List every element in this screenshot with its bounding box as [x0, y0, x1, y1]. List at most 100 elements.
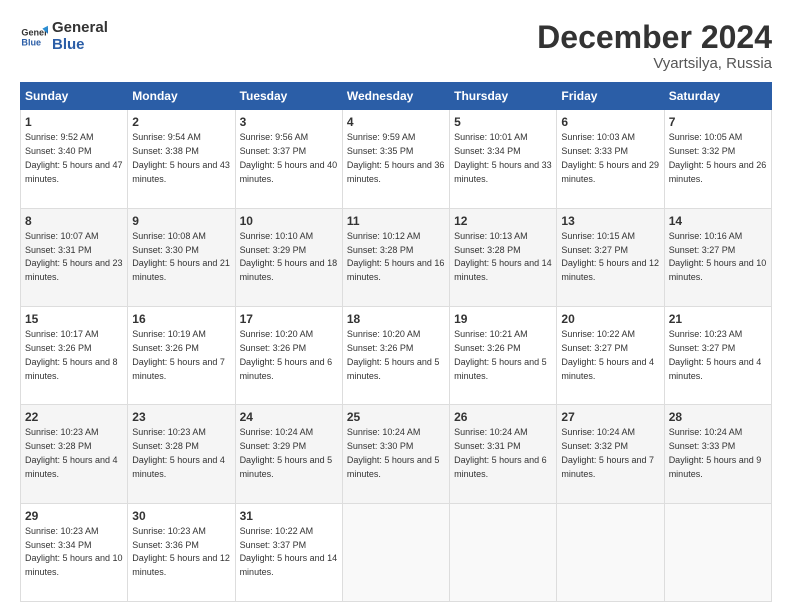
day-number: 1	[25, 114, 123, 130]
col-header-monday: Monday	[128, 83, 235, 110]
calendar-cell: 21 Sunrise: 10:23 AMSunset: 3:27 PMDaylig…	[664, 306, 771, 404]
day-info: Sunrise: 10:23 AMSunset: 3:27 PMDaylight…	[669, 329, 762, 380]
calendar-cell: 18 Sunrise: 10:20 AMSunset: 3:26 PMDaylig…	[342, 306, 449, 404]
calendar-cell: 31Sunrise: 10:22 AMSunset: 3:37 PMDaylig…	[235, 503, 342, 601]
day-info: Sunrise: 10:19 AMSunset: 3:26 PMDaylight…	[132, 329, 225, 380]
calendar-cell: 2 Sunrise: 9:54 AMSunset: 3:38 PMDaylight…	[128, 110, 235, 208]
day-number: 15	[25, 311, 123, 327]
calendar-cell: 17 Sunrise: 10:20 AMSunset: 3:26 PMDaylig…	[235, 306, 342, 404]
title-block: December 2024 Vyartsilya, Russia	[537, 20, 772, 72]
day-number: 19	[454, 311, 552, 327]
day-number: 13	[561, 213, 659, 229]
day-info: Sunrise: 10:10 AMSunset: 3:29 PMDaylight…	[240, 231, 338, 282]
day-info: Sunrise: 10:01 AMSunset: 3:34 PMDaylight…	[454, 132, 552, 183]
calendar-cell	[557, 503, 664, 601]
day-info: Sunrise: 10:07 AMSunset: 3:31 PMDaylight…	[25, 231, 123, 282]
calendar-cell: 6Sunrise: 10:03 AMSunset: 3:33 PMDayligh…	[557, 110, 664, 208]
day-info: Sunrise: 10:16 AMSunset: 3:27 PMDaylight…	[669, 231, 767, 282]
calendar-cell: 26 Sunrise: 10:24 AMSunset: 3:31 PMDaylig…	[450, 405, 557, 503]
calendar-cell: 1 Sunrise: 9:52 AMSunset: 3:40 PMDaylight…	[21, 110, 128, 208]
day-number: 29	[25, 508, 123, 524]
day-info: Sunrise: 10:03 AMSunset: 3:33 PMDaylight…	[561, 132, 659, 183]
calendar-cell: 8 Sunrise: 10:07 AMSunset: 3:31 PMDayligh…	[21, 208, 128, 306]
calendar-cell: 3 Sunrise: 9:56 AMSunset: 3:37 PMDaylight…	[235, 110, 342, 208]
day-number: 7	[669, 114, 767, 130]
week-row-2: 8 Sunrise: 10:07 AMSunset: 3:31 PMDayligh…	[21, 208, 772, 306]
calendar-cell: 15 Sunrise: 10:17 AMSunset: 3:26 PMDaylig…	[21, 306, 128, 404]
calendar-cell: 13 Sunrise: 10:15 AMSunset: 3:27 PMDaylig…	[557, 208, 664, 306]
logo: General Blue General Blue	[20, 20, 108, 53]
day-info: Sunrise: 10:23 AMSunset: 3:34 PMDaylight…	[25, 526, 123, 577]
day-info: Sunrise: 10:24 AMSunset: 3:31 PMDaylight…	[454, 427, 547, 478]
day-info: Sunrise: 9:59 AMSunset: 3:35 PMDaylight:…	[347, 132, 445, 183]
day-number: 18	[347, 311, 445, 327]
calendar-cell	[664, 503, 771, 601]
day-info: Sunrise: 10:20 AMSunset: 3:26 PMDaylight…	[240, 329, 333, 380]
col-header-tuesday: Tuesday	[235, 83, 342, 110]
calendar-cell: 19 Sunrise: 10:21 AMSunset: 3:26 PMDaylig…	[450, 306, 557, 404]
day-info: Sunrise: 10:15 AMSunset: 3:27 PMDaylight…	[561, 231, 659, 282]
calendar-cell: 16 Sunrise: 10:19 AMSunset: 3:26 PMDaylig…	[128, 306, 235, 404]
day-info: Sunrise: 10:24 AMSunset: 3:33 PMDaylight…	[669, 427, 762, 478]
day-number: 17	[240, 311, 338, 327]
day-info: Sunrise: 10:17 AMSunset: 3:26 PMDaylight…	[25, 329, 118, 380]
calendar-cell: 29 Sunrise: 10:23 AMSunset: 3:34 PMDaylig…	[21, 503, 128, 601]
calendar-cell: 5 Sunrise: 10:01 AMSunset: 3:34 PMDayligh…	[450, 110, 557, 208]
day-number: 11	[347, 213, 445, 229]
day-number: 16	[132, 311, 230, 327]
day-info: Sunrise: 10:24 AMSunset: 3:29 PMDaylight…	[240, 427, 333, 478]
calendar-cell: 24 Sunrise: 10:24 AMSunset: 3:29 PMDaylig…	[235, 405, 342, 503]
logo-general: General	[52, 20, 108, 37]
calendar-header-row: SundayMondayTuesdayWednesdayThursdayFrid…	[21, 83, 772, 110]
day-number: 27	[561, 409, 659, 425]
day-info: Sunrise: 9:54 AMSunset: 3:38 PMDaylight:…	[132, 132, 230, 183]
calendar-body: 1 Sunrise: 9:52 AMSunset: 3:40 PMDaylight…	[21, 110, 772, 602]
day-info: Sunrise: 10:08 AMSunset: 3:30 PMDaylight…	[132, 231, 230, 282]
calendar-cell: 4Sunrise: 9:59 AMSunset: 3:35 PMDaylight…	[342, 110, 449, 208]
day-number: 23	[132, 409, 230, 425]
main-title: December 2024	[537, 20, 772, 55]
day-info: Sunrise: 10:22 AMSunset: 3:37 PMDaylight…	[240, 526, 338, 577]
day-number: 8	[25, 213, 123, 229]
calendar-cell: 22 Sunrise: 10:23 AMSunset: 3:28 PMDaylig…	[21, 405, 128, 503]
calendar-cell: 25 Sunrise: 10:24 AMSunset: 3:30 PMDaylig…	[342, 405, 449, 503]
day-number: 10	[240, 213, 338, 229]
week-row-5: 29 Sunrise: 10:23 AMSunset: 3:34 PMDaylig…	[21, 503, 772, 601]
day-info: Sunrise: 10:22 AMSunset: 3:27 PMDaylight…	[561, 329, 654, 380]
calendar-cell: 11Sunrise: 10:12 AMSunset: 3:28 PMDaylig…	[342, 208, 449, 306]
day-number: 5	[454, 114, 552, 130]
col-header-wednesday: Wednesday	[342, 83, 449, 110]
svg-text:Blue: Blue	[21, 37, 41, 47]
calendar-cell: 7Sunrise: 10:05 AMSunset: 3:32 PMDayligh…	[664, 110, 771, 208]
calendar-cell: 30Sunrise: 10:23 AMSunset: 3:36 PMDaylig…	[128, 503, 235, 601]
day-info: Sunrise: 10:23 AMSunset: 3:28 PMDaylight…	[25, 427, 118, 478]
day-number: 21	[669, 311, 767, 327]
week-row-4: 22 Sunrise: 10:23 AMSunset: 3:28 PMDaylig…	[21, 405, 772, 503]
col-header-friday: Friday	[557, 83, 664, 110]
col-header-thursday: Thursday	[450, 83, 557, 110]
page: General Blue General Blue December 2024 …	[0, 0, 792, 612]
day-number: 24	[240, 409, 338, 425]
day-number: 28	[669, 409, 767, 425]
logo-blue: Blue	[52, 37, 108, 54]
calendar-table: SundayMondayTuesdayWednesdayThursdayFrid…	[20, 82, 772, 602]
day-number: 9	[132, 213, 230, 229]
col-header-sunday: Sunday	[21, 83, 128, 110]
day-info: Sunrise: 10:24 AMSunset: 3:32 PMDaylight…	[561, 427, 654, 478]
day-number: 25	[347, 409, 445, 425]
day-info: Sunrise: 9:56 AMSunset: 3:37 PMDaylight:…	[240, 132, 338, 183]
day-info: Sunrise: 9:52 AMSunset: 3:40 PMDaylight:…	[25, 132, 123, 183]
calendar-cell	[450, 503, 557, 601]
day-number: 22	[25, 409, 123, 425]
day-info: Sunrise: 10:20 AMSunset: 3:26 PMDaylight…	[347, 329, 440, 380]
calendar-cell: 12Sunrise: 10:13 AMSunset: 3:28 PMDaylig…	[450, 208, 557, 306]
day-number: 14	[669, 213, 767, 229]
day-number: 3	[240, 114, 338, 130]
week-row-3: 15 Sunrise: 10:17 AMSunset: 3:26 PMDaylig…	[21, 306, 772, 404]
day-number: 26	[454, 409, 552, 425]
day-number: 2	[132, 114, 230, 130]
day-number: 30	[132, 508, 230, 524]
day-info: Sunrise: 10:21 AMSunset: 3:26 PMDaylight…	[454, 329, 547, 380]
day-info: Sunrise: 10:24 AMSunset: 3:30 PMDaylight…	[347, 427, 440, 478]
day-info: Sunrise: 10:13 AMSunset: 3:28 PMDaylight…	[454, 231, 552, 282]
